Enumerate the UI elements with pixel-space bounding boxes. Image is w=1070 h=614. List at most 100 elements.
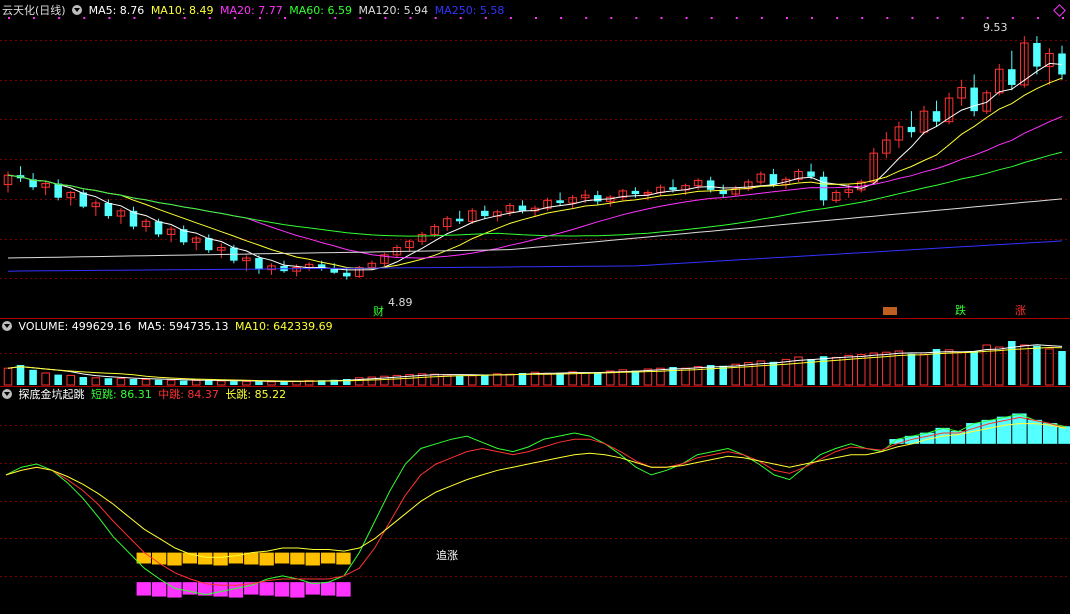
gold-pit-bar [274, 552, 290, 564]
volume-bar [16, 365, 25, 385]
candle [669, 187, 677, 190]
signal-dot [861, 17, 864, 19]
magenta-pit-bar [290, 582, 305, 598]
tm-marker[interactable] [883, 307, 897, 315]
volume-ma-line [7, 346, 1063, 382]
volume-bar [580, 372, 590, 386]
zhang-marker[interactable]: 涨 [1015, 302, 1026, 318]
signal-dot [961, 17, 964, 19]
candle [1008, 69, 1016, 85]
volume-bar [907, 353, 916, 385]
candle [343, 272, 351, 277]
magenta-pit-bar [274, 582, 290, 597]
volume-bar [179, 380, 188, 385]
gold-pit-bar [213, 552, 228, 566]
volume-ma10-label: MA10: 642339.69 [234, 320, 333, 333]
volume-bar [191, 379, 201, 386]
magenta-pit-bar [136, 582, 151, 596]
volume-bar [230, 381, 238, 385]
volume-bar [756, 360, 766, 386]
ma60-label: MA60: 6.59 [289, 4, 352, 17]
magenta-pit-bar [320, 582, 336, 596]
candle [593, 195, 602, 202]
volume-bar [129, 379, 138, 385]
candle [807, 171, 815, 177]
volume-ma-line [7, 344, 1063, 382]
candle [769, 174, 778, 185]
cyan-signal-bar [1058, 426, 1070, 444]
gold-pit-bar [320, 552, 336, 564]
volume-bar [104, 378, 113, 385]
candle [819, 176, 828, 201]
volume-bar [467, 375, 477, 386]
signal-dot [760, 17, 763, 19]
volume-bar [54, 374, 62, 385]
signal-dot [685, 17, 688, 19]
signal-dot [886, 17, 889, 19]
candle [556, 200, 564, 203]
volume-bar [781, 358, 791, 386]
signal-dot [509, 17, 512, 19]
volume-bar [970, 351, 978, 385]
volume-bar [154, 379, 163, 385]
volume-bar [3, 367, 13, 386]
signal-dot [1011, 17, 1014, 19]
indicator-chart[interactable] [0, 387, 1070, 614]
ma-line [7, 116, 1063, 259]
volume-bar [430, 373, 439, 386]
volume-bar [919, 354, 929, 386]
chevron-down-icon[interactable] [2, 389, 12, 399]
mid-jump-label: 中跳: 84.37 [158, 388, 219, 401]
cai-marker[interactable]: 财 [373, 303, 384, 319]
signal-dot [710, 17, 713, 19]
candle [54, 183, 62, 198]
ma250-line [7, 240, 1063, 272]
volume-bar [455, 375, 464, 385]
volume-bar [1045, 348, 1054, 386]
gold-pit-bar [305, 552, 320, 566]
chevron-down-icon[interactable] [2, 321, 12, 331]
candle [932, 111, 941, 122]
chevron-down-icon[interactable] [72, 5, 83, 15]
price-chart[interactable] [0, 0, 1070, 318]
stock-title: 云天化(日线) [2, 4, 66, 17]
candle [970, 87, 978, 112]
signal-dot [911, 17, 914, 19]
gold-pit-bar [228, 552, 244, 564]
magenta-pit-bar [151, 582, 167, 597]
short-jump-label: 短跳: 86.31 [91, 388, 152, 401]
signal-dot [610, 17, 613, 19]
volume-bar [744, 362, 753, 386]
candle [104, 202, 113, 217]
indicator-title: 探底金坑起跳 [18, 388, 85, 401]
signal-dot [811, 17, 814, 19]
volume-bar [41, 372, 50, 386]
candle [455, 218, 464, 222]
volume-bar [669, 367, 677, 385]
volume-ma5-label: MA5: 594735.13 [137, 320, 229, 333]
volume-bar [204, 380, 213, 385]
candle [204, 238, 213, 251]
candle [518, 205, 527, 211]
volume-bar [831, 356, 841, 386]
signal-dot [635, 17, 638, 19]
ma5-label: MA5: 8.76 [88, 4, 145, 17]
volume-bar [1020, 344, 1029, 386]
die-marker[interactable]: 跌 [955, 302, 966, 318]
signal-dot [660, 17, 663, 19]
candle [481, 210, 489, 217]
volume-bar [856, 354, 866, 386]
volume-bar [66, 374, 76, 386]
gold-pit-bar [244, 552, 259, 565]
ma120-label: MA120: 5.94 [358, 4, 429, 17]
volume-bar [593, 372, 602, 385]
gold-pit-bar [259, 552, 274, 566]
volume-bar [944, 349, 954, 386]
signal-dot [836, 17, 839, 19]
volume-bar [819, 356, 828, 385]
volume-bar [543, 372, 552, 386]
volume-bar [1033, 345, 1041, 385]
candle [706, 180, 715, 190]
signal-dot [1062, 17, 1064, 19]
signal-dot [560, 17, 563, 19]
